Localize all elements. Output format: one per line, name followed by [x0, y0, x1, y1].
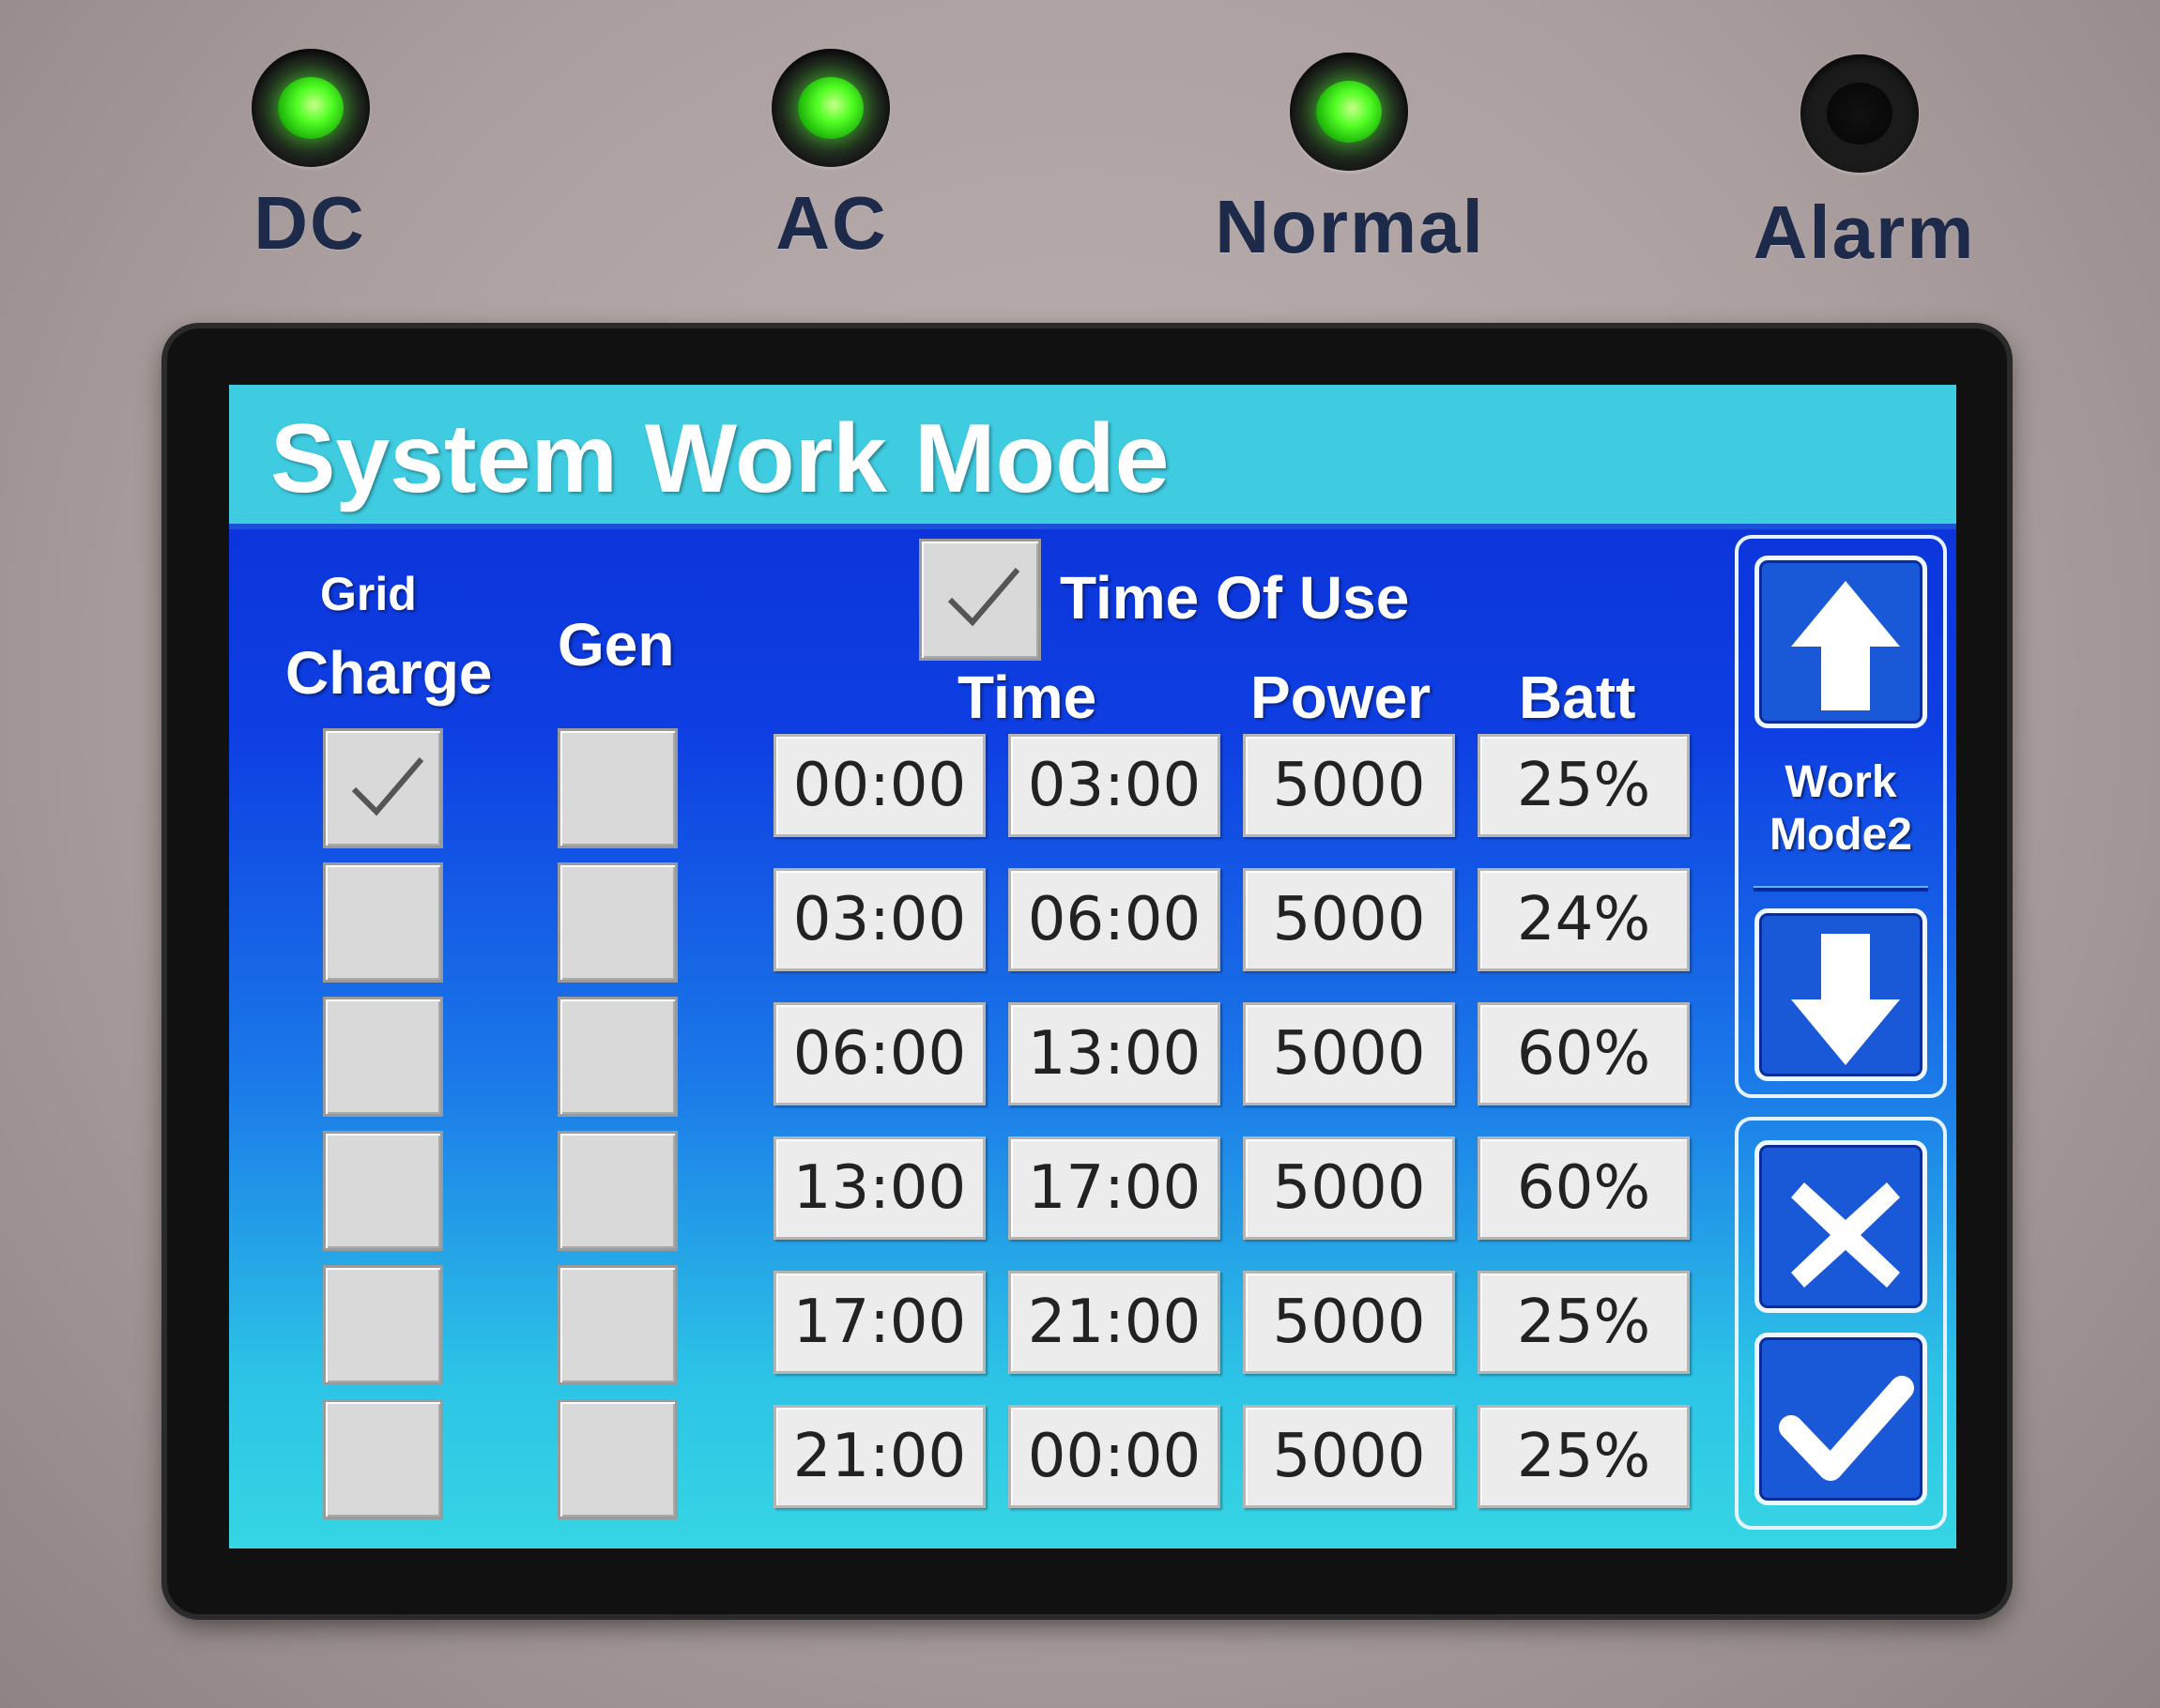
- power-field[interactable]: 5000: [1243, 1002, 1455, 1106]
- end-time-field[interactable]: 06:00: [1008, 868, 1220, 971]
- checkmark-icon: [351, 757, 424, 816]
- start-time-field[interactable]: 03:00: [774, 868, 986, 971]
- ac-led: [772, 49, 890, 167]
- work-mode-line2: Mode2: [1769, 810, 1912, 860]
- batt-field[interactable]: 25%: [1478, 734, 1690, 837]
- gen-checkbox[interactable]: [558, 1131, 678, 1251]
- batt-column-header: Batt: [1519, 663, 1636, 731]
- dc-label: DC: [253, 181, 366, 265]
- power-field[interactable]: 5000: [1243, 1271, 1455, 1374]
- batt-field[interactable]: 24%: [1478, 868, 1690, 971]
- confirm-button[interactable]: [1754, 1333, 1927, 1505]
- confirm-check-icon: [1779, 1376, 1914, 1481]
- normal-label: Normal: [1215, 185, 1485, 268]
- end-time-field[interactable]: 13:00: [1008, 1002, 1220, 1106]
- charge-header: Charge: [285, 639, 493, 707]
- power-field[interactable]: 5000: [1243, 868, 1455, 971]
- time-of-use-checkbox[interactable]: [919, 539, 1041, 661]
- divider: [1754, 888, 1928, 892]
- grid-charge-checkbox[interactable]: [323, 1265, 443, 1385]
- gen-checkbox[interactable]: [558, 728, 678, 848]
- cancel-x-icon: [1791, 1182, 1900, 1288]
- gen-checkbox[interactable]: [558, 1399, 678, 1519]
- arrow-down-icon: [1791, 934, 1900, 1065]
- batt-field[interactable]: 25%: [1478, 1405, 1690, 1508]
- page-down-button[interactable]: [1754, 908, 1927, 1081]
- power-field[interactable]: 5000: [1243, 1136, 1455, 1240]
- batt-field[interactable]: 60%: [1478, 1002, 1690, 1106]
- start-time-field[interactable]: 13:00: [774, 1136, 986, 1240]
- alarm-label: Alarm: [1753, 191, 1976, 274]
- cancel-button[interactable]: [1754, 1140, 1927, 1313]
- power-field[interactable]: 5000: [1243, 1405, 1455, 1508]
- page-up-button[interactable]: [1754, 556, 1927, 728]
- batt-field[interactable]: 25%: [1478, 1271, 1690, 1374]
- title-bar: System Work Mode: [229, 385, 1956, 529]
- gen-checkbox[interactable]: [558, 997, 678, 1117]
- end-time-field[interactable]: 00:00: [1008, 1405, 1220, 1508]
- gen-header: Gen: [558, 611, 675, 679]
- end-time-field[interactable]: 03:00: [1008, 734, 1220, 837]
- arrow-up-icon: [1791, 581, 1900, 710]
- grid-charge-checkbox[interactable]: [323, 1399, 443, 1519]
- start-time-field[interactable]: 17:00: [774, 1271, 986, 1374]
- work-mode-line1: Work: [1785, 757, 1897, 807]
- dc-led: [252, 49, 370, 167]
- batt-field[interactable]: 60%: [1478, 1136, 1690, 1240]
- time-column-header: Time: [957, 663, 1097, 731]
- checkmark-icon: [947, 568, 1020, 627]
- work-mode-label: Work Mode2: [1737, 756, 1945, 862]
- end-time-field[interactable]: 21:00: [1008, 1271, 1220, 1374]
- grid-header: Grid: [320, 568, 417, 620]
- lcd-screen: System Work Mode Grid Charge Gen Time Of…: [229, 385, 1956, 1548]
- power-field[interactable]: 5000: [1243, 734, 1455, 837]
- grid-charge-checkbox[interactable]: [323, 728, 443, 848]
- grid-charge-checkbox[interactable]: [323, 997, 443, 1117]
- page-title: System Work Mode: [270, 404, 1170, 513]
- start-time-field[interactable]: 06:00: [774, 1002, 986, 1106]
- gen-checkbox[interactable]: [558, 862, 678, 983]
- end-time-field[interactable]: 17:00: [1008, 1136, 1220, 1240]
- start-time-field[interactable]: 00:00: [774, 734, 986, 837]
- normal-led: [1290, 53, 1408, 171]
- grid-charge-checkbox[interactable]: [323, 1131, 443, 1251]
- gen-checkbox[interactable]: [558, 1265, 678, 1385]
- alarm-led: [1800, 54, 1919, 173]
- grid-charge-checkbox[interactable]: [323, 862, 443, 983]
- time-of-use-label: Time Of Use: [1060, 564, 1410, 632]
- power-column-header: Power: [1250, 663, 1432, 731]
- start-time-field[interactable]: 21:00: [774, 1405, 986, 1508]
- ac-label: AC: [775, 181, 888, 265]
